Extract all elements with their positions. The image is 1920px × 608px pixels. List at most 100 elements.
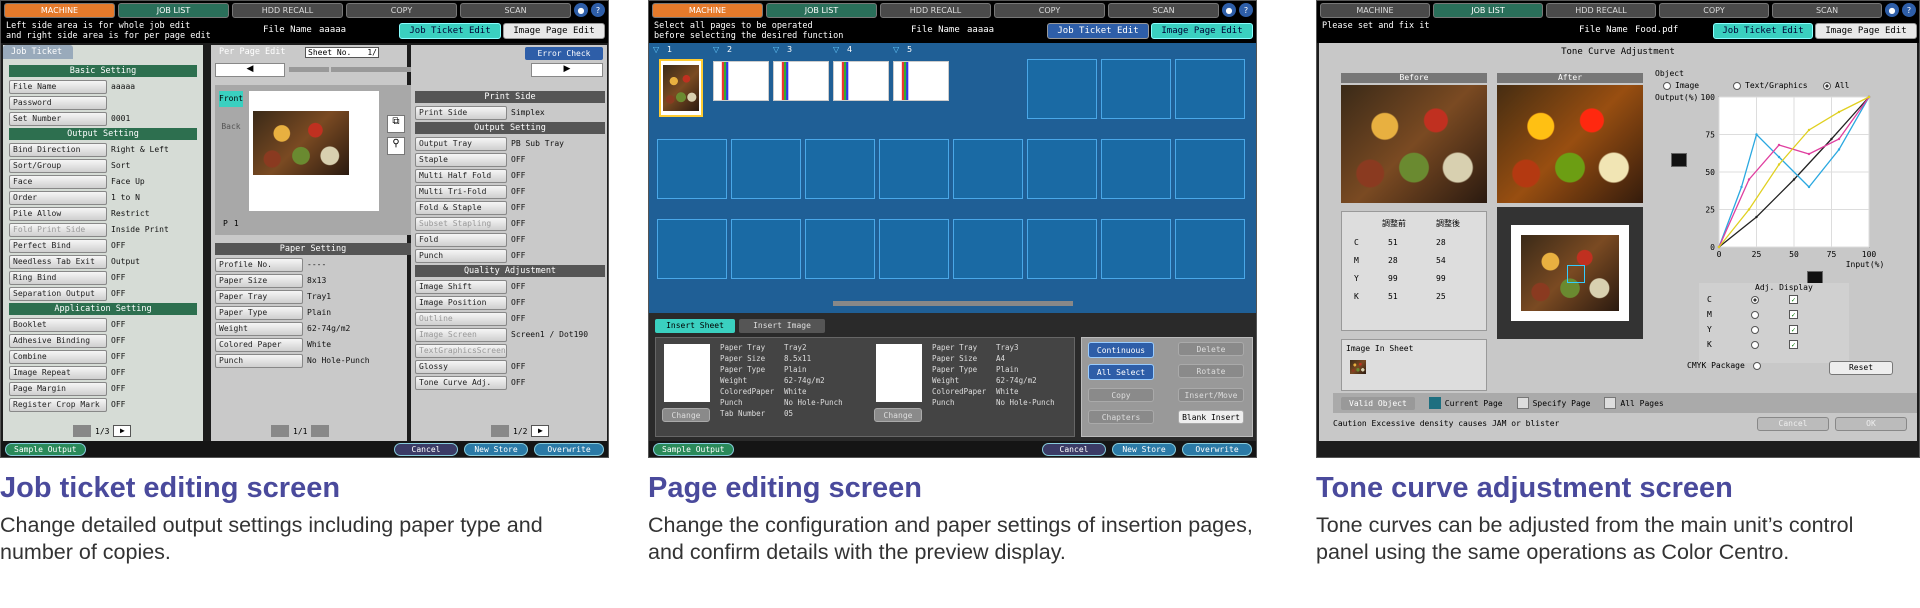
empty-page-slot[interactable]: [1175, 59, 1245, 119]
setting-button[interactable]: Sort/Group: [9, 158, 107, 173]
page-marker[interactable]: 1: [667, 45, 672, 54]
setting-button[interactable]: Separation Output: [9, 286, 107, 301]
scrollbar[interactable]: [833, 301, 1073, 306]
page-marker[interactable]: 5: [907, 45, 912, 54]
setting-button[interactable]: Combine: [9, 349, 107, 364]
help-icon[interactable]: ?: [1239, 3, 1253, 17]
page-thumbnail[interactable]: [773, 61, 829, 101]
insert-position-marker[interactable]: ▽: [713, 45, 719, 54]
sample-output-button[interactable]: Sample Output: [5, 442, 86, 456]
tab-copy[interactable]: COPY: [1659, 2, 1769, 18]
setting-button[interactable]: Tone Curve Adj.: [415, 375, 507, 390]
zoom-icon[interactable]: ⚲: [387, 137, 405, 155]
setting-button[interactable]: Output Tray: [415, 136, 507, 151]
setting-button[interactable]: Print Side: [415, 105, 507, 120]
rotate-button[interactable]: Rotate: [1178, 364, 1244, 378]
page-thumbnail[interactable]: [713, 61, 769, 101]
new-store-button[interactable]: New Store: [1112, 442, 1176, 456]
setting-button[interactable]: Ring Bind: [9, 270, 107, 285]
setting-button[interactable]: Staple: [415, 152, 507, 167]
sample-output-button[interactable]: Sample Output: [653, 442, 734, 456]
setting-button[interactable]: Outline: [415, 311, 507, 326]
empty-page-slot[interactable]: [1027, 59, 1097, 119]
selected-page-thumb[interactable]: [659, 59, 703, 117]
setting-button[interactable]: Multi Tri-Fold: [415, 184, 507, 199]
setting-button[interactable]: Image Repeat: [9, 365, 107, 380]
continuous-button[interactable]: Continuous: [1088, 342, 1154, 358]
setting-button[interactable]: Face: [9, 174, 107, 189]
empty-page-slot[interactable]: [805, 139, 875, 199]
help-icon[interactable]: ?: [1902, 3, 1916, 17]
setting-button[interactable]: Order: [9, 190, 107, 205]
back-button[interactable]: Back: [219, 119, 243, 135]
sampling-cursor[interactable]: [1567, 265, 1585, 283]
front-button[interactable]: Front: [219, 91, 243, 107]
insert-position-marker[interactable]: ▽: [653, 45, 659, 54]
setting-button[interactable]: Subset Stapling: [415, 216, 507, 231]
current-page-check[interactable]: Current Page: [1428, 397, 1503, 409]
setting-button[interactable]: Paper Tray: [215, 289, 303, 304]
setting-button[interactable]: Colored Paper: [215, 337, 303, 352]
insert-position-marker[interactable]: ▽: [773, 45, 779, 54]
change-sheet-a-button[interactable]: Change: [662, 408, 710, 422]
cancel-button[interactable]: Cancel: [1042, 442, 1106, 456]
help-icon[interactable]: ?: [591, 3, 605, 17]
insert-move-button[interactable]: Insert/Move: [1178, 388, 1244, 402]
insert-sheet-tab[interactable]: Insert Sheet: [655, 319, 735, 333]
tab-copy[interactable]: COPY: [346, 2, 457, 18]
empty-page-slot[interactable]: [953, 219, 1023, 279]
empty-page-slot[interactable]: [1027, 219, 1097, 279]
empty-page-slot[interactable]: [1101, 219, 1171, 279]
setting-button[interactable]: Multi Half Fold: [415, 168, 507, 183]
setting-button[interactable]: Password: [9, 95, 107, 110]
page-marker[interactable]: 3: [787, 45, 792, 54]
delete-button[interactable]: Delete: [1178, 342, 1244, 356]
setting-button[interactable]: Profile No.: [215, 257, 303, 272]
empty-page-slot[interactable]: [953, 139, 1023, 199]
empty-page-slot[interactable]: [657, 219, 727, 279]
empty-page-slot[interactable]: [879, 139, 949, 199]
tab-scan[interactable]: SCAN: [1772, 2, 1882, 18]
next-sheet-button[interactable]: ▶: [531, 63, 603, 77]
preview-icon[interactable]: ⧉: [387, 115, 405, 133]
empty-page-slot[interactable]: [657, 139, 727, 199]
page-thumbnail[interactable]: [893, 61, 949, 101]
change-sheet-b-button[interactable]: Change: [874, 408, 922, 422]
empty-page-slot[interactable]: [805, 219, 875, 279]
reset-button[interactable]: Reset: [1829, 361, 1893, 375]
tab-image-page-edit[interactable]: Image Page Edit: [1151, 23, 1253, 39]
empty-page-slot[interactable]: [1101, 59, 1171, 119]
empty-page-slot[interactable]: [1027, 139, 1097, 199]
setting-button[interactable]: Pile Allow: [9, 206, 107, 221]
sheet-no-field[interactable]: Sheet No. 1/: [305, 47, 379, 58]
info-icon[interactable]: ●: [574, 3, 588, 17]
error-check-button[interactable]: Error Check: [525, 47, 603, 60]
setting-button[interactable]: Paper Type: [215, 305, 303, 320]
adj-display-row[interactable]: Y ✓: [1699, 322, 1849, 337]
info-icon[interactable]: ●: [1885, 3, 1899, 17]
tab-hdd-recall[interactable]: HDD RECALL: [232, 2, 343, 18]
setting-button[interactable]: Booklet: [9, 317, 107, 332]
chapters-button[interactable]: Chapters: [1088, 410, 1154, 424]
setting-button[interactable]: Needless Tab Exit: [9, 254, 107, 269]
page-marker[interactable]: 2: [727, 45, 732, 54]
setting-button[interactable]: Fold Print Side: [9, 222, 107, 237]
tone-curve-chart[interactable]: 10075502500 25 50 75 100Input(%): [1691, 89, 1891, 269]
empty-page-slot[interactable]: [1175, 219, 1245, 279]
tab-image-page-edit[interactable]: Image Page Edit: [503, 23, 605, 39]
cancel-button[interactable]: Cancel: [1757, 417, 1829, 431]
new-store-button[interactable]: New Store: [464, 442, 528, 456]
tab-job-list[interactable]: JOB LIST: [1433, 2, 1543, 18]
overwrite-button[interactable]: Overwrite: [1182, 442, 1252, 456]
empty-page-slot[interactable]: [1175, 139, 1245, 199]
setting-button[interactable]: Perfect Bind: [9, 238, 107, 253]
tab-job-ticket-edit[interactable]: Job Ticket Edit: [1047, 23, 1149, 39]
overwrite-button[interactable]: Overwrite: [534, 442, 604, 456]
setting-button[interactable]: Adhesive Binding: [9, 333, 107, 348]
tab-job-ticket-edit[interactable]: Job Ticket Edit: [1713, 23, 1813, 39]
setting-button[interactable]: Bind Direction: [9, 142, 107, 157]
empty-page-slot[interactable]: [879, 219, 949, 279]
empty-page-slot[interactable]: [731, 219, 801, 279]
tab-scan[interactable]: SCAN: [460, 2, 571, 18]
setting-button[interactable]: Glossy: [415, 359, 507, 374]
